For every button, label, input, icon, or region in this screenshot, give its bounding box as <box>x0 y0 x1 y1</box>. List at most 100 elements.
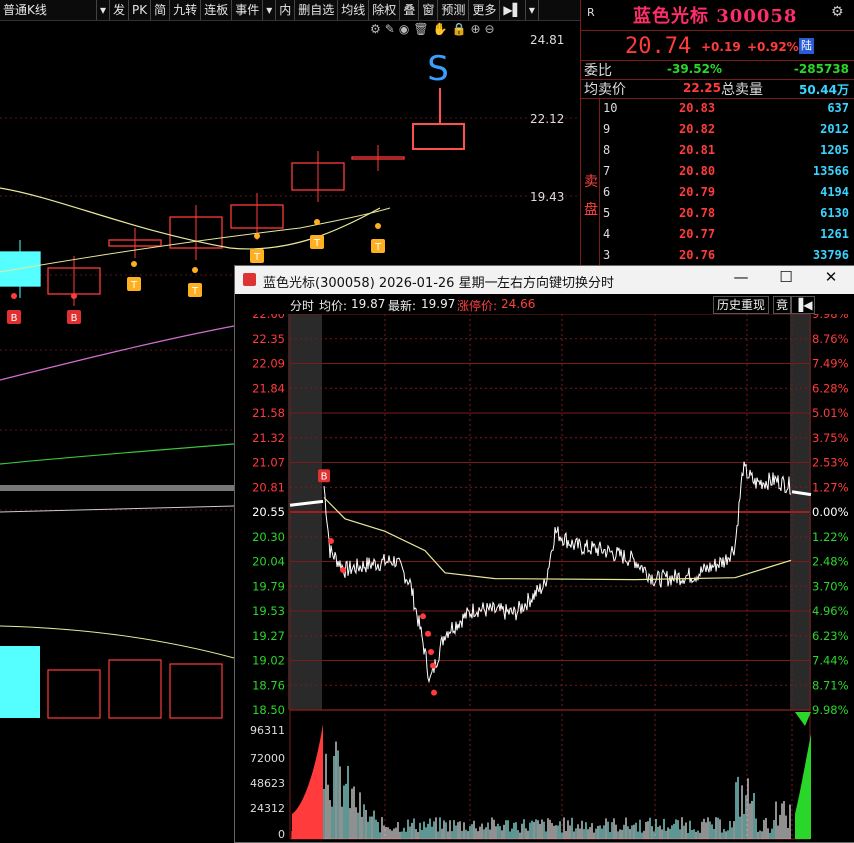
orderbook-price: 20.78 <box>679 206 716 220</box>
gear-icon[interactable]: ⚙ <box>370 22 381 38</box>
orderbook-row[interactable]: 7 20.80 13566 <box>581 164 854 185</box>
toolbar-item[interactable]: 叠 <box>400 0 420 20</box>
stock-name: 蓝色光标 300058 <box>633 6 798 27</box>
toolbar-item[interactable]: 更多 <box>469 0 501 20</box>
intraday-window[interactable]: 蓝色光标(300058) 2026-01-26 星期一 左右方向键切换分时 — … <box>234 265 854 843</box>
price-tick: 21.58 <box>252 406 285 420</box>
buy-marker-label: B <box>11 313 18 324</box>
volume-bar <box>169 663 223 719</box>
gear-icon[interactable]: ⚙ <box>831 4 844 20</box>
hand-icon[interactable]: ✋ <box>433 22 448 38</box>
price-tick: 19.79 <box>252 579 285 593</box>
price-tick: 20.30 <box>252 530 285 544</box>
toolbar-item[interactable]: 简 <box>151 0 171 20</box>
price-change-pct: +0.92% <box>747 40 799 54</box>
t-marker-label: T <box>253 252 261 263</box>
price-tick: 20.55 <box>252 505 285 519</box>
orderbook-volume: 637 <box>827 101 849 115</box>
lock-icon[interactable]: 🔒 <box>452 22 467 38</box>
toolbar-item[interactable]: ▾ <box>97 0 111 20</box>
toolbar-item[interactable]: 普通K线 <box>0 0 97 20</box>
zoom-in-icon[interactable]: ⊕ <box>470 22 480 38</box>
weibi-pct: -39.52% <box>667 62 722 76</box>
kline-tool-icons: ⚙ ✎ ◉ 🗑 ✋ 🔒 ⊕ ⊖ <box>370 22 495 38</box>
toolbar-item[interactable]: 发 <box>110 0 130 20</box>
intraday-chart[interactable]: 22.60 9.98% 22.35 8.76% 22.09 7.49% 21.84 6.28%… <box>235 314 854 842</box>
orderbook-volume: 1261 <box>820 227 849 241</box>
window-title: 蓝色光标(300058) 2026-01-26 星期一 <box>263 276 498 291</box>
price-tick: 21.32 <box>252 431 285 445</box>
minimize-button[interactable]: — <box>721 268 761 286</box>
volume-tick: 48623 <box>250 777 285 790</box>
orderbook-level: 6 <box>603 185 611 199</box>
kline-toolbar: 普通K线 ▾ 发 PK 简九转 连板 事件 ▾ 内删自选 均线 除权叠窗预测 更多 ▶▌ ▾ <box>0 0 580 21</box>
orderbook-level: 3 <box>603 248 611 262</box>
orderbook-price: 20.80 <box>679 164 716 178</box>
orderbook-price: 20.79 <box>679 185 716 199</box>
auction-volume <box>292 724 323 839</box>
history-replay-button[interactable]: 历史重现 <box>713 296 770 314</box>
toolbar-item[interactable]: ▾ <box>263 0 277 20</box>
limit-up-value: 24.66 <box>501 297 536 311</box>
weibi-value: -285738 <box>793 62 849 76</box>
toolbar-item[interactable]: 九转 <box>170 0 202 20</box>
toolbar-item[interactable]: 窗 <box>419 0 439 20</box>
signal-dot <box>428 649 434 656</box>
total-sell-value: 50.44万 <box>799 83 849 97</box>
signal-dot <box>131 261 137 267</box>
orderbook-price: 20.81 <box>679 143 716 157</box>
volume-tick: 0 <box>278 828 285 841</box>
trash-icon[interactable]: 🗑 <box>413 22 428 38</box>
orderbook-row[interactable]: 4 20.77 1261 <box>581 227 854 248</box>
toolbar-item[interactable]: ▾ <box>526 0 539 20</box>
pct-tick: 1.27% <box>812 480 849 494</box>
connect-badge: 陆 <box>799 38 814 54</box>
signal-dot <box>340 566 346 573</box>
orderbook-row[interactable]: 6 20.79 4194 <box>581 185 854 206</box>
toolbar-item[interactable]: 内 <box>276 0 296 20</box>
toolbar-item[interactable]: 除权 <box>369 0 401 20</box>
price-tick: 18.50 <box>252 703 285 717</box>
r-mark: R <box>587 6 595 19</box>
toolbar-item[interactable]: 预测 <box>438 0 470 20</box>
pct-tick: 7.44% <box>812 654 849 668</box>
pen-icon[interactable]: ✎ <box>385 22 395 38</box>
pct-tick: 9.98% <box>812 703 849 717</box>
price-line <box>323 461 792 684</box>
tab-intraday[interactable]: 分时 <box>290 297 314 314</box>
close-button[interactable]: ✕ <box>811 268 851 286</box>
toolbar-item[interactable]: ▶▌ <box>500 0 526 20</box>
ma-line <box>0 443 235 465</box>
toolbar-item[interactable]: PK <box>129 0 152 20</box>
window-titlebar[interactable]: 蓝色光标(300058) 2026-01-26 星期一 左右方向键切换分时 — … <box>235 266 854 294</box>
t-marker-label: T <box>374 242 382 253</box>
orderbook-level: 10 <box>603 101 618 115</box>
collapse-arrow-icon[interactable]: ▐◀ <box>791 296 816 314</box>
zoom-out-icon[interactable]: ⊖ <box>485 22 495 38</box>
signal-dot <box>314 219 320 225</box>
orderbook-price: 20.76 <box>679 248 716 262</box>
signal-dot <box>375 223 381 229</box>
orderbook-row[interactable]: 9 20.82 2012 <box>581 122 854 143</box>
orderbook-row[interactable]: 5 20.78 6130 <box>581 206 854 227</box>
eye-icon[interactable]: ◉ <box>399 22 409 38</box>
toolbar-item[interactable]: 连板 <box>201 0 233 20</box>
signal-dot <box>425 630 431 637</box>
orderbook-level: 5 <box>603 206 611 220</box>
kline-price-label: 24.81 <box>530 33 565 47</box>
signal-dot <box>192 267 198 273</box>
toolbar-item[interactable]: 事件 <box>232 0 264 20</box>
pct-tick: 6.28% <box>812 381 849 395</box>
signal-dot <box>328 537 334 544</box>
orderbook-row[interactable]: 8 20.81 1205 <box>581 143 854 164</box>
toolbar-item[interactable]: 均线 <box>338 0 370 20</box>
maximize-button[interactable]: ☐ <box>766 268 806 286</box>
orderbook-level: 9 <box>603 122 611 136</box>
toolbar-item[interactable]: 删自选 <box>295 0 339 20</box>
pct-tick: 5.01% <box>812 406 849 420</box>
orderbook-row[interactable]: 10 20.83 637 <box>581 101 854 122</box>
signal-dot <box>431 689 437 696</box>
auction-button[interactable]: 竟 <box>773 296 792 314</box>
pct-tick: 2.53% <box>812 456 849 470</box>
price-tick: 22.60 <box>252 314 285 321</box>
